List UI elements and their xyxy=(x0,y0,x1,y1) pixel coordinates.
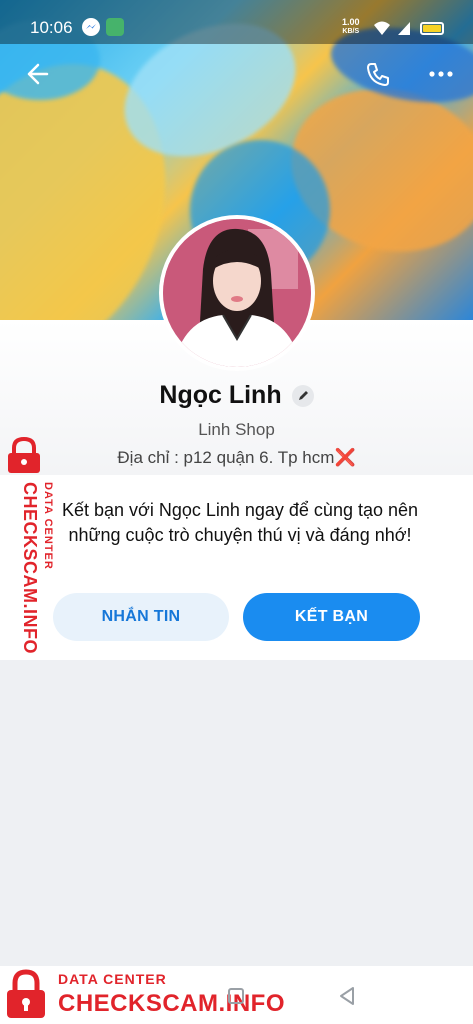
back-nav-icon[interactable] xyxy=(338,986,356,1011)
wifi-icon xyxy=(372,20,392,41)
profile-shop: Linh Shop xyxy=(198,420,275,439)
watermark-side-big: CHECKSCAM.INFO xyxy=(20,482,40,654)
signal-icon xyxy=(397,20,411,41)
status-time: 10:06 xyxy=(30,18,73,37)
cross-mark-icon: ❌ xyxy=(334,448,356,467)
messenger-icon xyxy=(82,18,100,36)
watermark-side-small: DATA CENTER xyxy=(42,482,54,570)
watermark-bottom-small: DATA CENTER xyxy=(58,971,167,987)
lock-icon xyxy=(4,968,48,1024)
watermark-side: DATA CENTER CHECKSCAM.INFO xyxy=(2,436,54,666)
watermark-bottom-big: CHECKSCAM.INFO xyxy=(58,990,285,1017)
speed-value: 1.00 xyxy=(342,17,360,27)
more-icon[interactable] xyxy=(428,64,454,89)
avatar[interactable] xyxy=(159,215,315,371)
lock-icon xyxy=(4,436,40,473)
battery-icon xyxy=(420,22,444,35)
speed-unit: KB/S xyxy=(342,28,360,35)
edit-pencil-icon[interactable] xyxy=(291,384,314,407)
home-nav-icon[interactable] xyxy=(228,988,244,1004)
watermark-side-text: DATA CENTER CHECKSCAM.INFO xyxy=(19,482,54,654)
app-icon xyxy=(106,18,124,36)
add-friend-button[interactable]: KẾT BẠN xyxy=(243,593,420,641)
message-button[interactable]: NHẮN TIN xyxy=(53,593,229,641)
profile-address: Địa chỉ : p12 quận 6. Tp hcm xyxy=(117,448,335,467)
profile-address-row: Địa chỉ : p12 quận 6. Tp hcm❌ xyxy=(0,448,473,468)
avatar-photo xyxy=(163,219,311,367)
friend-invite-text: Kết bạn với Ngọc Linh ngay để cùng tạo n… xyxy=(61,500,419,545)
network-speed: 1.00 KB/S xyxy=(342,18,360,36)
phone-icon[interactable] xyxy=(364,60,392,93)
profile-name: Ngọc Linh xyxy=(159,381,282,409)
back-arrow-icon[interactable] xyxy=(22,60,50,93)
status-bar: 10:06 1.00 KB/S xyxy=(0,0,473,44)
profile-name-row: Ngọc Linh xyxy=(0,381,473,410)
